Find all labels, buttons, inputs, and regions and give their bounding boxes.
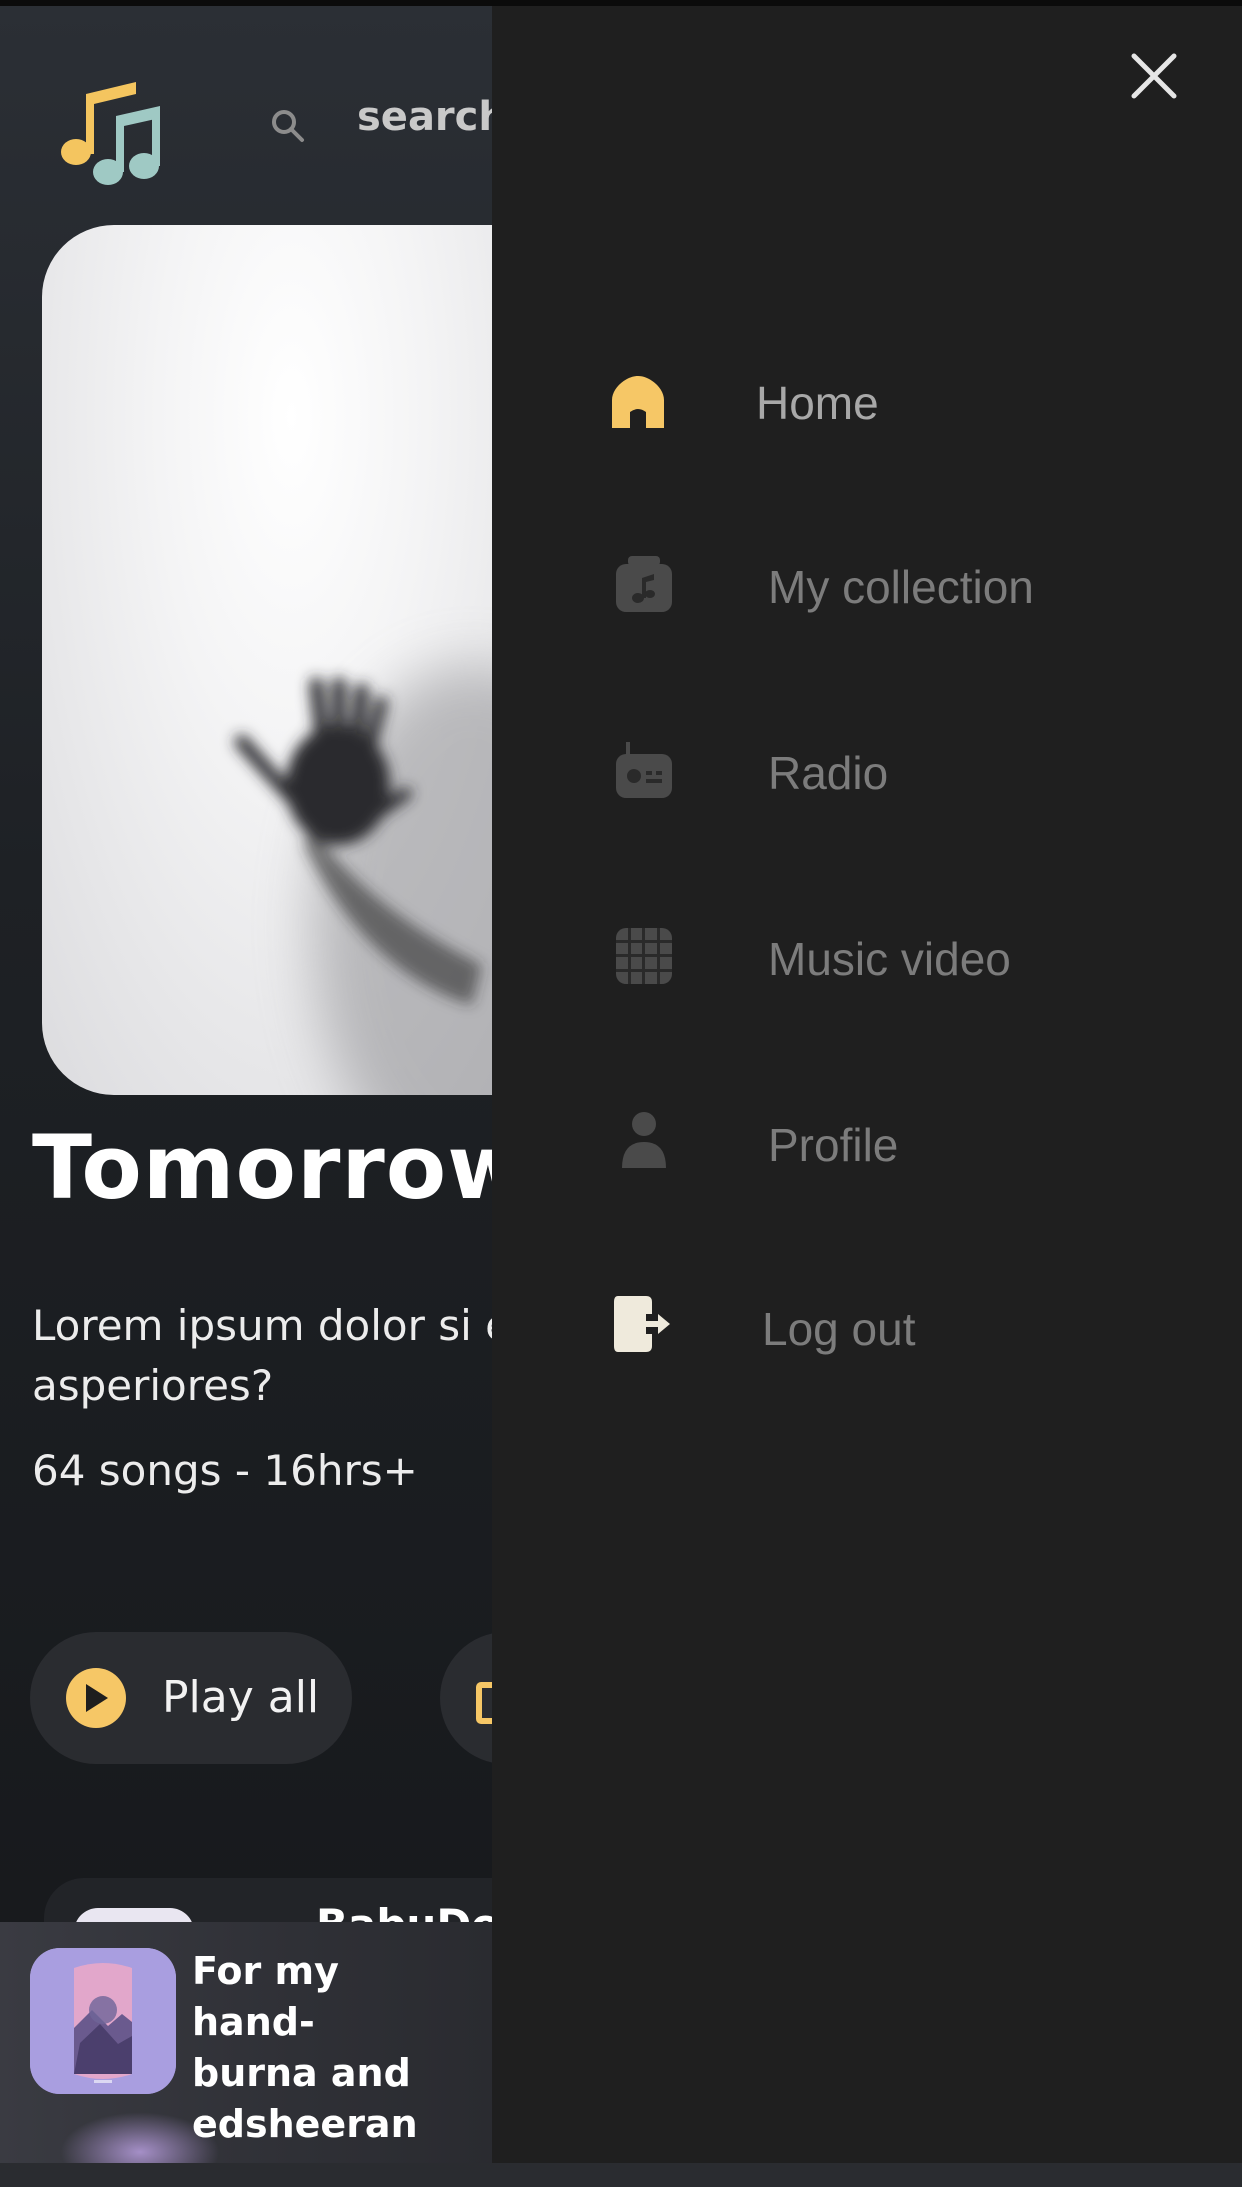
menu-label-my-collection: My collection: [768, 561, 1034, 613]
menu-item-home[interactable]: Home: [492, 342, 1242, 462]
profile-icon: [622, 1112, 666, 1168]
play-all-button[interactable]: Play all: [30, 1632, 352, 1764]
system-nav-bar: [0, 2163, 1242, 2187]
mini-player[interactable]: For my hand- burna and edsheeran: [0, 1922, 492, 2163]
menu-label-radio: Radio: [768, 747, 889, 799]
music-note-logo-icon: [61, 82, 160, 185]
play-all-label: Play all: [162, 1672, 320, 1723]
nav-drawer: Home My collection Radio Music video Pro…: [492, 6, 1242, 2163]
collection-icon: [616, 556, 672, 612]
home-page: search Tomorrow Lorem ipsum dolor si eli…: [0, 6, 492, 2163]
home-icon: [612, 376, 664, 428]
play-icon: [66, 1668, 126, 1728]
now-playing-title: For my hand- burna and edsheeran: [192, 1949, 418, 2146]
hand-silhouette-image: [234, 665, 492, 1095]
search-icon[interactable]: [268, 106, 308, 146]
playlist-meta: 64 songs - 16hrs+: [32, 1446, 418, 1495]
radio-icon: [616, 742, 672, 798]
menu-label-home: Home: [756, 377, 879, 429]
menu-label-log-out: Log out: [762, 1303, 916, 1355]
playlist-description: Lorem ipsum dolor si elit. A, asperiores…: [32, 1301, 492, 1410]
search-input[interactable]: search: [357, 94, 492, 140]
menu-label-music-video: Music video: [768, 933, 1011, 985]
album-art[interactable]: [30, 1948, 176, 2094]
add-to-collection-button[interactable]: [440, 1632, 492, 1764]
collection-add-icon: [476, 1682, 492, 1724]
close-icon[interactable]: [1126, 48, 1182, 104]
music-video-icon: [616, 928, 672, 984]
logout-icon: [614, 1296, 670, 1352]
menu-label-profile: Profile: [768, 1119, 899, 1171]
menu-item-radio[interactable]: Radio: [492, 712, 1242, 832]
hero-image: [42, 225, 492, 1095]
menu-item-log-out[interactable]: Log out: [492, 1268, 1242, 1388]
menu-item-music-video[interactable]: Music video: [492, 898, 1242, 1018]
menu-item-profile[interactable]: Profile: [492, 1084, 1242, 1204]
playlist-title: Tomorrow: [32, 1116, 492, 1219]
menu-item-my-collection[interactable]: My collection: [492, 526, 1242, 646]
